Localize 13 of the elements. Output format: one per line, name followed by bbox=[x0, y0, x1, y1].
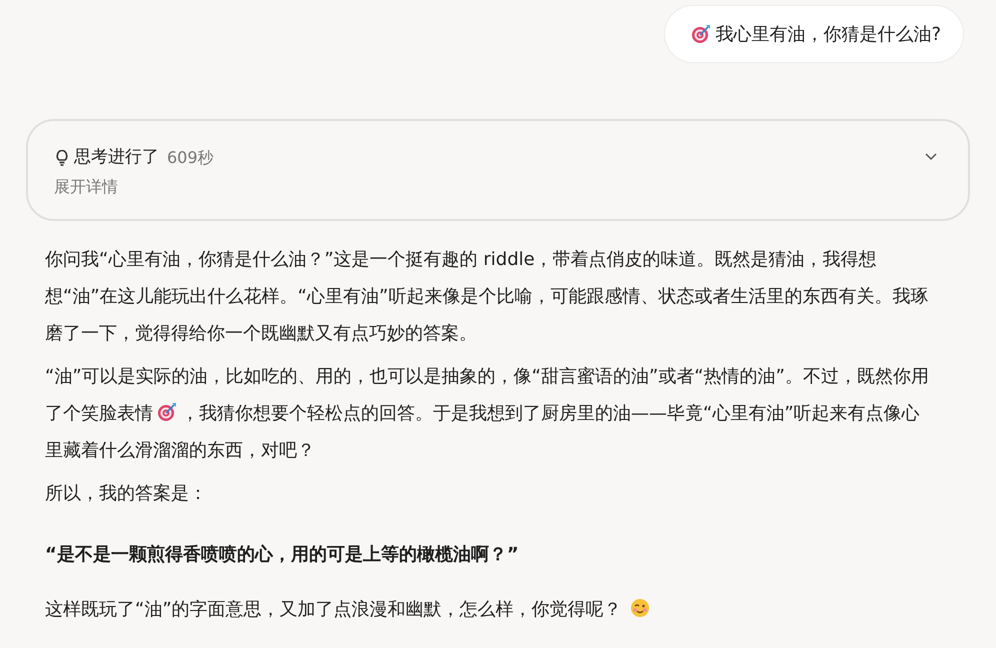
thinking-duration: 609秒 bbox=[167, 146, 214, 169]
expand-details-link[interactable]: 展开详情 bbox=[54, 174, 214, 198]
answer-paragraph: “油”可以是实际的油，比如吃的、用的，也可以是抽象的，像“甜言蜜语的油”或者“热情的油”。不过，既然你用了个笑脸表情 ，我猜你想要个轻松点的回答。于是我想到了厨房里的油——毕竟“心里有油”听起来有点像心里藏着什么滑溜溜的东西，对吧？ bbox=[45, 365, 930, 463]
dart-target-icon bbox=[691, 24, 712, 44]
smiley-icon bbox=[630, 598, 650, 618]
lightbulb-icon bbox=[54, 150, 70, 166]
answer-highlight: “是不是一颗煎得香喷喷的心，用的可是上等的橄榄油啊？” bbox=[45, 543, 520, 567]
dart-target-icon bbox=[157, 402, 177, 422]
thinking-label: 思考进行了 bbox=[74, 146, 159, 169]
answer-paragraph: 所以，我的答案是： bbox=[45, 482, 208, 506]
answer-paragraph: 你问我“心里有油，你猜是什么油？”这是一个挺有趣的 riddle，带着点俏皮的味道。既然是猜油，我得想想“油”在这儿能玩出什么花样。“心里有油”听起来像是个比喻，可能跟感情、状态或者生活里的东西有关。我琢磨了一下，觉得得给你一个既幽默又有点巧妙的答案。 bbox=[45, 248, 930, 346]
user-message-text: 我心里有油，你猜是什么油? bbox=[715, 22, 941, 46]
answer-paragraph: 这样既玩了“油”的字面意思，又加了点浪漫和幽默，怎么样，你觉得呢？ bbox=[45, 591, 936, 628]
